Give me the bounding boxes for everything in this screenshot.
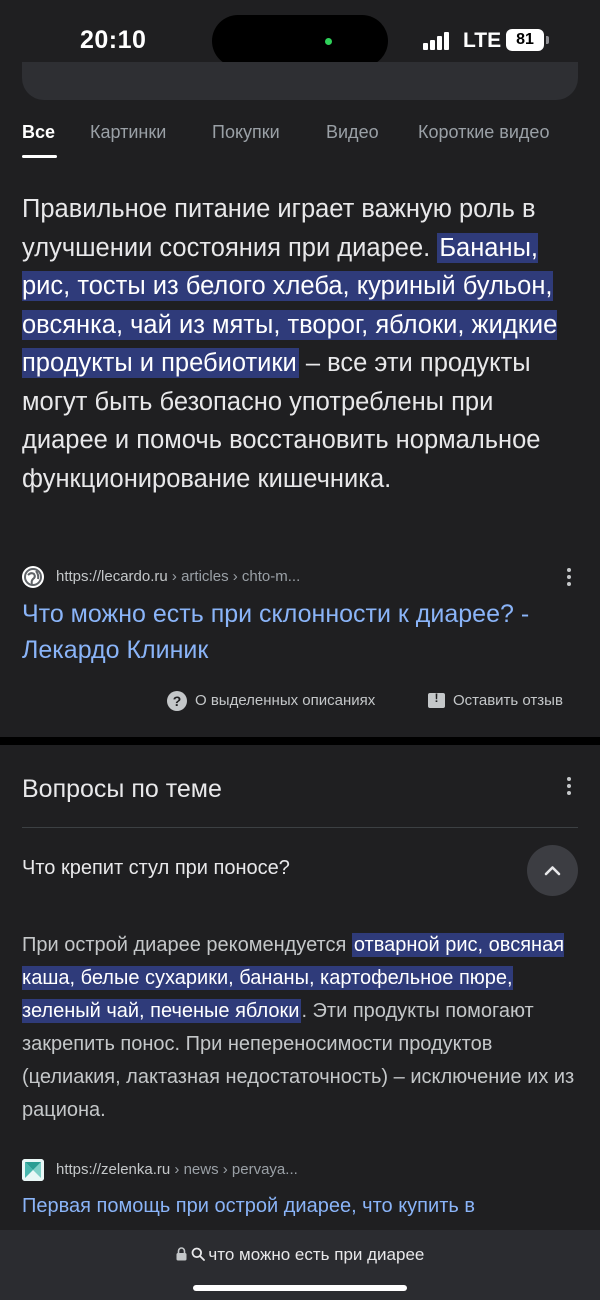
- address-query: что можно есть при диарее: [208, 1245, 425, 1264]
- answer-source[interactable]: https://zelenka.ru › news › pervaya...: [22, 1157, 578, 1185]
- question-text: Что крепит стул при поносе?: [22, 857, 290, 879]
- site-favicon-icon: [22, 1159, 44, 1181]
- about-snippets-link[interactable]: О выделенных описаниях: [195, 692, 375, 709]
- tab-images[interactable]: Картинки: [90, 122, 166, 143]
- network-label: LTE: [463, 29, 502, 52]
- snippet-result-link[interactable]: Что можно есть при склонности к диарее? …: [22, 596, 562, 668]
- camera-indicator-icon: [325, 38, 332, 45]
- feedback-link[interactable]: Оставить отзыв: [453, 692, 563, 709]
- signal-icon: [423, 32, 451, 50]
- search-results: Все Картинки Покупки Видео Короткие виде…: [0, 62, 600, 737]
- search-box[interactable]: [22, 62, 578, 100]
- collapse-button[interactable]: [527, 845, 578, 896]
- more-options-icon[interactable]: [560, 775, 578, 797]
- source-domain: https://lecardo.ru: [56, 568, 168, 585]
- chevron-up-icon: [544, 866, 561, 876]
- battery-tip: [546, 36, 549, 44]
- card-divider: [0, 737, 600, 745]
- related-questions-card: Вопросы по теме Что крепит стул при поно…: [0, 745, 600, 1230]
- answer-text-before: При острой диарее рекомендуется: [22, 934, 352, 956]
- snippet-source[interactable]: https://lecardo.ru › articles › chto-m..…: [22, 564, 578, 592]
- featured-snippet-text: Правильное питание играет важную роль в …: [22, 190, 582, 498]
- address-bar[interactable]: что можно есть при диарее: [0, 1230, 600, 1300]
- related-questions-title: Вопросы по теме: [22, 775, 222, 803]
- browser-page: 20:10 LTE 81 Все Картинки Покупки Видео …: [0, 0, 600, 1300]
- feedback-icon[interactable]: [428, 691, 445, 708]
- address-field[interactable]: что можно есть при диарее: [0, 1245, 600, 1265]
- question-answer: При острой диарее рекомендуется отварной…: [22, 929, 582, 1127]
- search-icon: [191, 1247, 209, 1263]
- more-options-icon[interactable]: [560, 566, 578, 588]
- tab-shopping[interactable]: Покупки: [212, 122, 280, 143]
- status-time: 20:10: [80, 26, 147, 54]
- tab-video[interactable]: Видео: [326, 122, 379, 143]
- help-icon[interactable]: ?: [167, 691, 187, 711]
- source-domain: https://zelenka.ru: [56, 1161, 171, 1178]
- snippet-footer: ? О выделенных описаниях Оставить отзыв: [0, 688, 600, 714]
- source-url: https://zelenka.ru › news › pervaya...: [56, 1161, 298, 1178]
- lock-icon: [176, 1247, 191, 1263]
- source-url: https://lecardo.ru › articles › chto-m..…: [56, 568, 300, 585]
- active-tab-indicator: [22, 155, 57, 158]
- source-path: › articles › chto-m...: [167, 568, 301, 585]
- search-tabs: Все Картинки Покупки Видео Короткие виде…: [0, 122, 600, 162]
- globe-icon: [22, 566, 44, 588]
- source-path: › news › pervaya...: [170, 1161, 298, 1178]
- question-item[interactable]: Что крепит стул при поносе?: [0, 828, 600, 908]
- tab-all[interactable]: Все: [22, 122, 55, 143]
- answer-result-link[interactable]: Первая помощь при острой диарее, что куп…: [22, 1195, 582, 1218]
- battery-icon: 81: [506, 29, 544, 51]
- home-indicator[interactable]: [193, 1285, 407, 1291]
- dynamic-island: [212, 15, 388, 67]
- tab-short-video[interactable]: Короткие видео: [418, 122, 549, 143]
